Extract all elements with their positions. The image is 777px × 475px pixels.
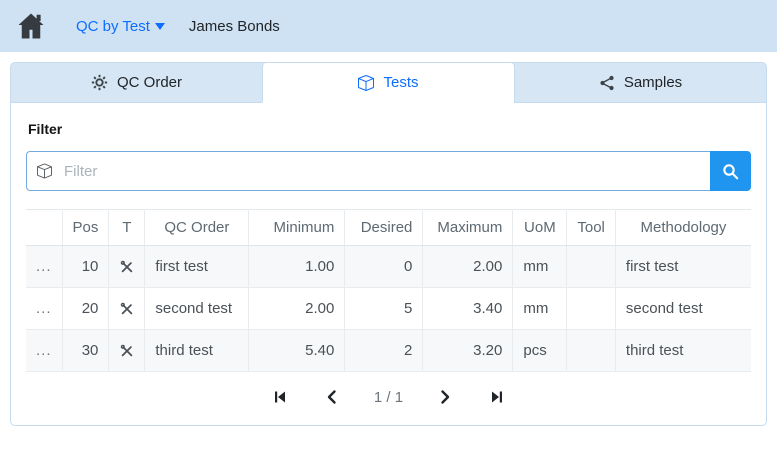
search-button[interactable] — [710, 151, 751, 191]
tab-tests-label: Tests — [383, 74, 418, 91]
tests-tab-content: Filter — [10, 103, 767, 426]
cell-minimum: 2.00 — [249, 288, 345, 330]
tests-table: Pos T QC Order Minimum Desired Maximum U… — [26, 209, 751, 372]
cell-uom: pcs — [513, 330, 567, 372]
user-name-label: James Bonds — [189, 18, 280, 35]
row-actions-button[interactable]: ... — [36, 342, 52, 359]
cell-methodology: third test — [615, 330, 751, 372]
cell-qc-order: second test — [145, 288, 249, 330]
cell-qc-order: third test — [145, 330, 249, 372]
tab-qc-order-label: QC Order — [117, 74, 182, 91]
qc-by-test-label: QC by Test — [76, 18, 150, 35]
caret-down-icon — [155, 23, 165, 30]
header-qc-order: QC Order — [145, 210, 249, 246]
cell-pos: 30 — [62, 330, 109, 372]
previous-page-button[interactable] — [322, 387, 342, 407]
first-page-button[interactable] — [270, 387, 290, 407]
cell-methodology: first test — [615, 246, 751, 288]
next-page-button[interactable] — [435, 387, 455, 407]
filter-input[interactable] — [26, 151, 710, 191]
table-header-row: Pos T QC Order Minimum Desired Maximum U… — [26, 210, 751, 246]
header-pos: Pos — [62, 210, 109, 246]
cell-minimum: 5.40 — [249, 330, 345, 372]
home-button[interactable] — [16, 12, 46, 40]
cell-desired: 2 — [345, 330, 423, 372]
cell-desired: 5 — [345, 288, 423, 330]
table-row: ... 30 third test 5.40 2 3.20 pcs third … — [26, 330, 751, 372]
cell-pos: 10 — [62, 246, 109, 288]
gears-icon — [91, 74, 108, 91]
cell-tool — [567, 330, 616, 372]
row-actions-button[interactable]: ... — [36, 258, 52, 275]
header-minimum: Minimum — [249, 210, 345, 246]
share-nodes-icon — [599, 75, 615, 91]
search-icon — [722, 163, 739, 180]
cell-pos: 20 — [62, 288, 109, 330]
cube-icon — [358, 75, 374, 91]
tab-samples[interactable]: Samples — [514, 63, 766, 103]
row-actions-button[interactable]: ... — [36, 300, 52, 317]
tools-icon[interactable] — [119, 260, 134, 274]
cell-maximum: 3.40 — [423, 288, 513, 330]
home-icon — [16, 12, 46, 40]
header-actions — [26, 210, 62, 246]
tools-icon[interactable] — [119, 344, 134, 358]
chevron-right-icon — [437, 389, 453, 405]
last-page-button[interactable] — [487, 387, 507, 407]
cell-methodology: second test — [615, 288, 751, 330]
header-methodology: Methodology — [615, 210, 751, 246]
cell-desired: 0 — [345, 246, 423, 288]
chevron-left-icon — [324, 389, 340, 405]
cell-maximum: 2.00 — [423, 246, 513, 288]
header-maximum: Maximum — [423, 210, 513, 246]
header-desired: Desired — [345, 210, 423, 246]
tab-samples-label: Samples — [624, 74, 682, 91]
cell-tool — [567, 288, 616, 330]
main-panel: QC Order Tests Samples Filter — [10, 62, 767, 426]
tab-tests[interactable]: Tests — [262, 63, 514, 103]
cell-maximum: 3.20 — [423, 330, 513, 372]
table-row: ... 10 first test 1.00 0 2.00 mm first t… — [26, 246, 751, 288]
filter-input-group — [26, 151, 751, 191]
qc-by-test-dropdown[interactable]: QC by Test — [76, 18, 165, 35]
cell-uom: mm — [513, 246, 567, 288]
top-navbar: QC by Test James Bonds — [0, 0, 777, 52]
tab-qc-order[interactable]: QC Order — [11, 63, 262, 103]
header-t: T — [109, 210, 145, 246]
cell-tool — [567, 246, 616, 288]
cube-icon — [37, 164, 52, 179]
header-uom: UoM — [513, 210, 567, 246]
page-indicator: 1 / 1 — [374, 389, 403, 406]
filter-heading: Filter — [28, 121, 751, 137]
pagination: 1 / 1 — [26, 372, 751, 415]
cell-uom: mm — [513, 288, 567, 330]
table-row: ... 20 second test 2.00 5 3.40 mm second… — [26, 288, 751, 330]
header-tool: Tool — [567, 210, 616, 246]
cell-qc-order: first test — [145, 246, 249, 288]
first-page-icon — [272, 389, 288, 405]
tab-bar: QC Order Tests Samples — [10, 62, 767, 103]
tools-icon[interactable] — [119, 302, 134, 316]
cell-minimum: 1.00 — [249, 246, 345, 288]
last-page-icon — [489, 389, 505, 405]
